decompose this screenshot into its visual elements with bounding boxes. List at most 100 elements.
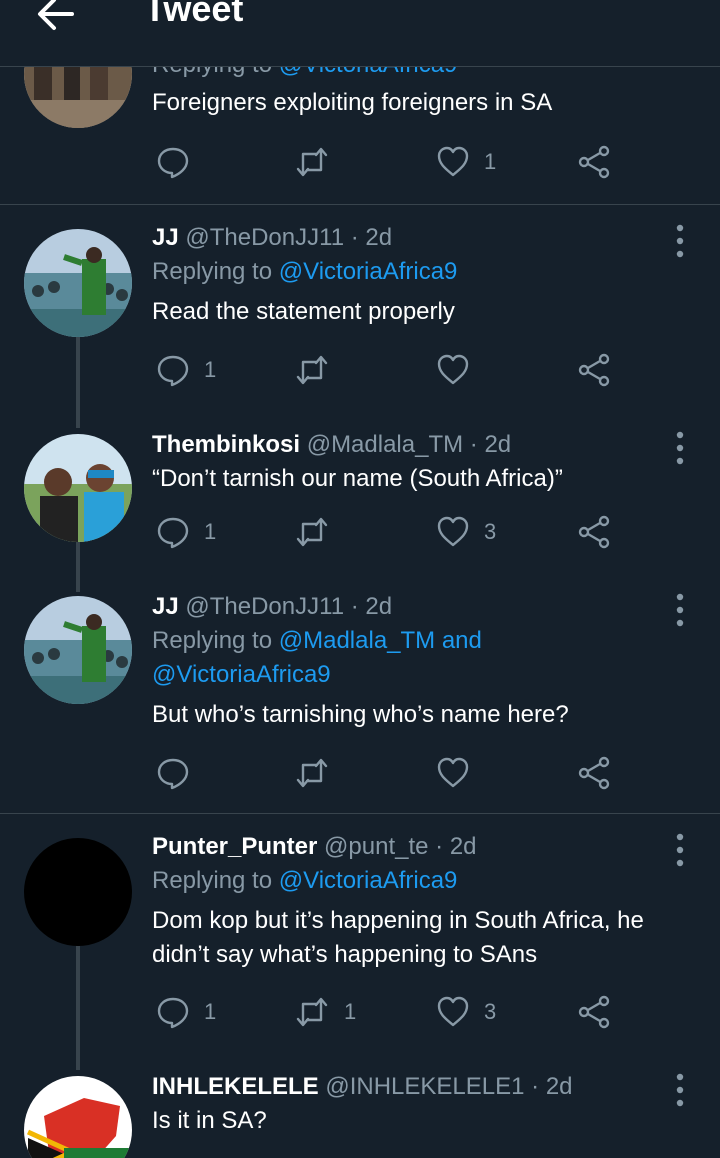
share-icon	[578, 145, 610, 179]
more-options-icon[interactable]	[668, 428, 692, 468]
retweet-icon	[296, 517, 328, 547]
like-icon	[437, 757, 469, 788]
like-button[interactable]	[436, 350, 484, 390]
reply-to-link[interactable]: @VictoriaAfrica9	[152, 661, 331, 688]
tweet-meta: INHLEKELELE @INHLEKELELE1 · 2d	[152, 1072, 660, 1102]
tweet-meta: JJ @TheDonJJ11 · 2d	[152, 592, 660, 622]
more-options-icon[interactable]	[668, 1070, 692, 1110]
replying-to: Replying to @VictoriaAfrica9	[152, 867, 458, 894]
tweet-actions: 1 3	[152, 512, 632, 552]
share-button[interactable]	[578, 142, 612, 182]
tweet[interactable]: Thembinkosi @Madlala_TM · 2d “Don’t tarn…	[0, 412, 720, 582]
retweet-button[interactable]: 1	[294, 992, 356, 1032]
replying-to: Replying to @VictoriaAfrica9	[152, 258, 458, 285]
retweet-button[interactable]	[294, 753, 344, 793]
avatar[interactable]	[24, 434, 132, 542]
reply-icon	[157, 355, 189, 387]
share-button[interactable]	[578, 350, 612, 390]
reply-count: 1	[204, 519, 217, 544]
share-icon	[578, 515, 610, 549]
reply-button[interactable]: 1	[156, 350, 216, 390]
like-icon	[437, 146, 469, 177]
tweet-text: Foreigners exploiting foreigners in SA	[152, 89, 553, 116]
display-name[interactable]: Thembinkosi	[152, 431, 300, 458]
more-options-icon[interactable]	[668, 830, 692, 870]
tweet-actions: 1 1 3	[152, 992, 632, 1032]
retweet-icon	[296, 147, 328, 177]
avatar[interactable]	[24, 838, 132, 946]
more-options-icon[interactable]	[668, 590, 692, 630]
replying-to: Replying to @Madlala_TM and @VictoriaAfri…	[152, 627, 482, 688]
like-button[interactable]: 3	[436, 992, 496, 1032]
like-button[interactable]: 1	[436, 142, 496, 182]
display-name[interactable]: Punter_Punter	[152, 833, 317, 860]
avatar[interactable]	[24, 1076, 132, 1158]
reply-icon	[157, 517, 189, 549]
tweet-text: Read the statement properly	[152, 298, 455, 325]
reply-icon	[157, 758, 189, 790]
tweet-body: JJ @TheDonJJ11 · 2d Replying to @Victori…	[152, 223, 660, 329]
reply-icon	[157, 147, 189, 179]
retweet-icon	[296, 355, 328, 385]
avatar[interactable]	[24, 229, 132, 337]
share-button[interactable]	[578, 512, 612, 552]
handle-and-time[interactable]: @punt_te · 2d	[324, 833, 476, 860]
reply-to-link[interactable]: @Madlala_TM and	[279, 627, 482, 654]
like-count: 3	[484, 519, 497, 544]
top-bar: Tweet	[0, 0, 720, 67]
retweet-button[interactable]	[294, 142, 344, 182]
page-title: Tweet	[144, 0, 244, 29]
avatar[interactable]	[24, 596, 132, 704]
like-button[interactable]: 3	[436, 512, 496, 552]
share-button[interactable]	[578, 992, 612, 1032]
reply-button[interactable]	[156, 142, 204, 182]
tweet[interactable]: JJ @TheDonJJ11 · 2d Replying to @Victori…	[0, 205, 720, 405]
handle-and-time[interactable]: @TheDonJJ11 · 2d	[185, 224, 392, 251]
tweet[interactable]: Punter_Punter @punt_te · 2d Replying to …	[0, 814, 720, 1064]
like-icon	[437, 516, 469, 547]
tweet-text: Is it in SA?	[152, 1107, 267, 1134]
like-icon	[437, 996, 469, 1027]
display-name[interactable]: INHLEKELELE	[152, 1073, 319, 1100]
tweet-actions: 1	[152, 142, 632, 182]
retweet-button[interactable]	[294, 350, 344, 390]
like-count: 3	[484, 999, 497, 1024]
reply-button[interactable]: 1	[156, 512, 216, 552]
like-button[interactable]	[436, 753, 484, 793]
retweet-icon	[296, 997, 328, 1027]
back-arrow-icon[interactable]	[34, 0, 78, 34]
tweet-meta: JJ @TheDonJJ11 · 2d	[152, 223, 660, 253]
tweet-actions	[152, 753, 632, 793]
tweet-meta: Punter_Punter @punt_te · 2d	[152, 832, 660, 862]
tweet-body: JJ @TheDonJJ11 · 2d Replying to @Madlala…	[152, 592, 660, 732]
tweet-meta: Thembinkosi @Madlala_TM · 2d	[152, 430, 660, 460]
retweet-button[interactable]	[294, 512, 344, 552]
tweet-text: “Don’t tarnish our name (South Africa)”	[152, 465, 563, 492]
like-icon	[437, 354, 469, 385]
share-button[interactable]	[578, 753, 612, 793]
tweet-body: Thembinkosi @Madlala_TM · 2d “Don’t tarn…	[152, 430, 660, 496]
display-name[interactable]: JJ	[152, 593, 179, 620]
reply-button[interactable]: 1	[156, 992, 216, 1032]
tweet[interactable]: JJ @TheDonJJ11 · 2d Replying to @Madlala…	[0, 582, 720, 812]
tweet-text: But who’s tarnishing who’s name here?	[152, 701, 569, 728]
tweet-text: Dom kop but it’s happening in South Afri…	[152, 907, 644, 968]
handle-and-time[interactable]: @INHLEKELELE1 · 2d	[325, 1073, 572, 1100]
more-options-icon[interactable]	[668, 221, 692, 261]
share-icon	[578, 995, 610, 1029]
reply-button[interactable]	[156, 753, 204, 793]
tweet[interactable]: INHLEKELELE @INHLEKELELE1 · 2d Is it in …	[0, 1064, 720, 1158]
retweet-icon	[296, 758, 328, 788]
reply-to-link[interactable]: @VictoriaAfrica9	[279, 867, 458, 894]
handle-and-time[interactable]: @TheDonJJ11 · 2d	[185, 593, 392, 620]
reply-to-link[interactable]: @VictoriaAfrica9	[279, 258, 458, 285]
reply-count: 1	[204, 999, 217, 1024]
like-count: 1	[484, 149, 497, 174]
retweet-count: 1	[344, 999, 357, 1024]
display-name[interactable]: JJ	[152, 224, 179, 251]
reply-icon	[157, 997, 189, 1029]
share-icon	[578, 353, 610, 387]
handle-and-time[interactable]: @Madlala_TM · 2d	[307, 431, 511, 458]
tweet-body: Punter_Punter @punt_te · 2d Replying to …	[152, 832, 660, 972]
share-icon	[578, 756, 610, 790]
